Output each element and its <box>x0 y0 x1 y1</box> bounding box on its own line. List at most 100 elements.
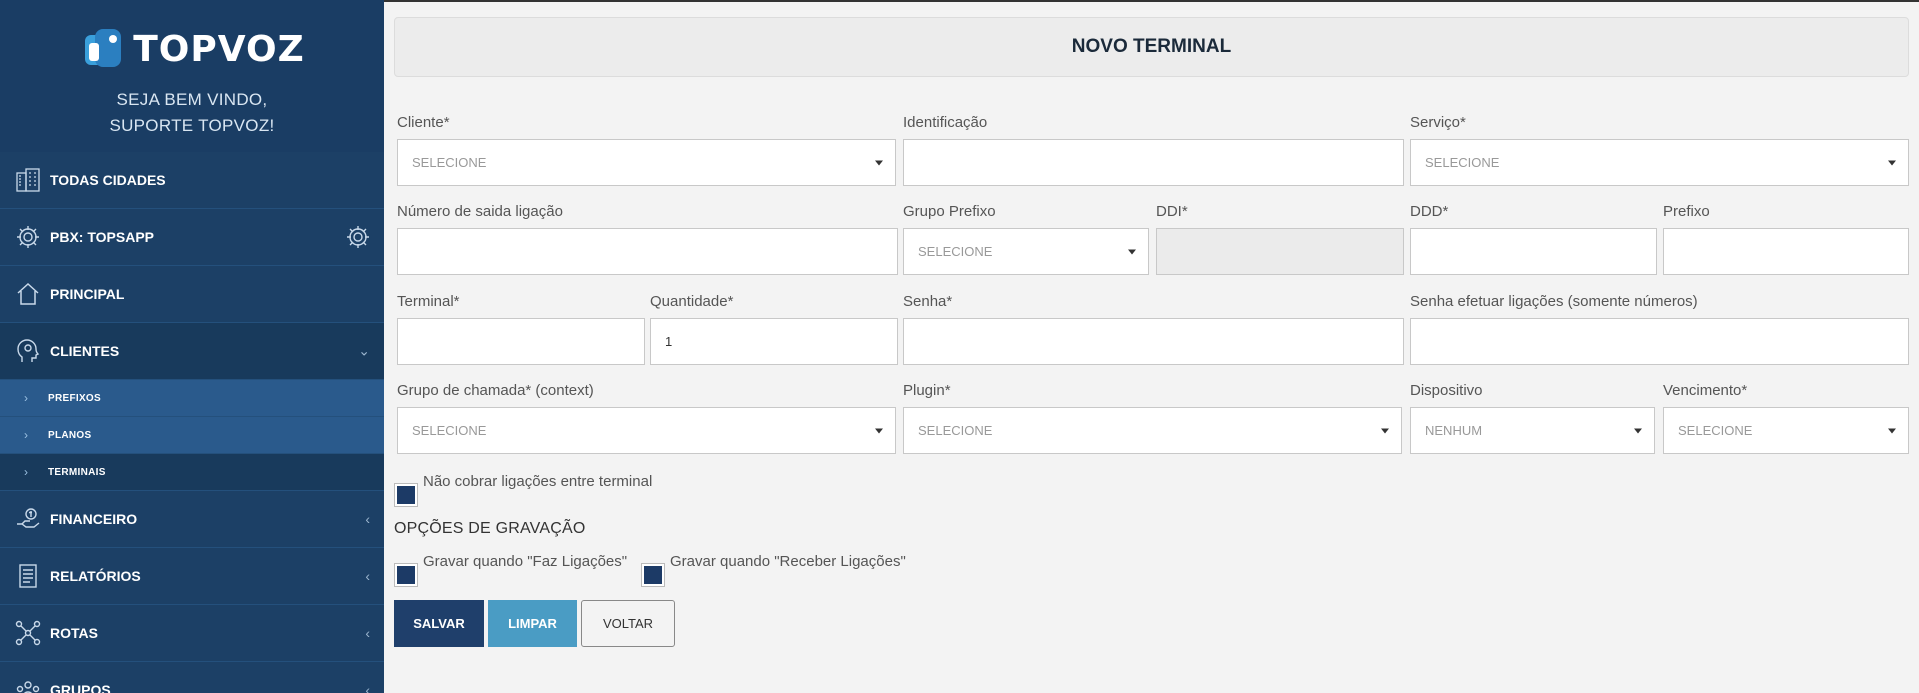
sidebar-item-principal[interactable]: PRINCIPAL <box>0 266 384 323</box>
senha-ligacoes-label: Senha efetuar ligações (somente números) <box>1410 293 1698 310</box>
ddd-input[interactable] <box>1410 228 1657 275</box>
numero-saida-label: Número de saida ligação <box>397 203 563 220</box>
chevron-right-icon: › <box>24 391 28 405</box>
caret-down-icon <box>1888 160 1896 165</box>
caret-down-icon <box>1381 428 1389 433</box>
sidebar-item-label: FINANCEIRO <box>50 511 138 527</box>
servico-select-value: SELECIONE <box>1425 155 1500 170</box>
grupo-prefixo-select-value: SELECIONE <box>918 244 993 259</box>
chevron-right-icon: › <box>24 428 28 442</box>
gravar-receber-checkbox[interactable] <box>641 563 665 587</box>
plugin-select[interactable]: SELECIONE <box>903 407 1402 454</box>
sidebar-item-label: ROTAS <box>50 625 98 641</box>
sidebar-item-clientes[interactable]: CLIENTES ⌄ <box>0 323 384 380</box>
plugin-select-value: SELECIONE <box>918 423 993 438</box>
cliente-select-value: SELECIONE <box>412 155 487 170</box>
gravar-receber-label: Gravar quando "Receber Ligações" <box>670 553 906 570</box>
welcome-line-2: SUPORTE TOPVOZ! <box>109 116 275 135</box>
chevron-left-icon: ‹ <box>365 625 370 641</box>
gear-icon <box>14 223 42 251</box>
sidebar-item-rotas[interactable]: ROTAS ‹ <box>0 605 384 662</box>
sidebar-subitem-planos[interactable]: › PLANOS <box>0 417 384 454</box>
nao-cobrar-checkbox[interactable] <box>394 483 418 507</box>
vencimento-select-value: SELECIONE <box>1678 423 1753 438</box>
numero-saida-input[interactable] <box>397 228 898 275</box>
caret-down-icon <box>875 428 883 433</box>
grupo-chamada-label: Grupo de chamada* (context) <box>397 382 594 399</box>
cliente-select[interactable]: SELECIONE <box>397 139 896 186</box>
caret-down-icon <box>1634 428 1642 433</box>
sidebar-subitem-label: TERMINAIS <box>48 466 106 478</box>
sidebar-item-pbx[interactable]: PBX: TOPSAPP <box>0 209 384 266</box>
caret-down-icon <box>1888 428 1896 433</box>
grupo-prefixo-label: Grupo Prefixo <box>903 203 996 220</box>
welcome-line-1: SEJA BEM VINDO, <box>116 90 268 109</box>
money-icon <box>14 505 42 533</box>
chevron-left-icon: ‹ <box>365 511 370 527</box>
dispositivo-label: Dispositivo <box>1410 382 1483 399</box>
logo[interactable]: TOPVOZ <box>0 0 384 73</box>
report-icon <box>14 562 42 590</box>
terminal-label: Terminal* <box>397 293 460 310</box>
prefixo-input[interactable] <box>1663 228 1909 275</box>
sidebar-subitem-terminais[interactable]: › TERMINAIS <box>0 454 384 491</box>
sidebar: TOPVOZ SEJA BEM VINDO, SUPORTE TOPVOZ! T… <box>0 0 384 693</box>
chevron-down-icon: ⌄ <box>358 342 370 359</box>
gravar-faz-checkbox[interactable] <box>394 563 418 587</box>
top-border <box>384 0 1919 2</box>
sidebar-item-grupos[interactable]: GRUPOS ‹ <box>0 662 384 693</box>
ddi-input <box>1156 228 1404 275</box>
ddd-label: DDD* <box>1410 203 1449 220</box>
quantidade-label: Quantidade* <box>650 293 734 310</box>
senha-label: Senha* <box>903 293 953 310</box>
dispositivo-select[interactable]: NENHUM <box>1410 407 1655 454</box>
quantidade-input[interactable]: 1 <box>650 318 898 365</box>
page-title: NOVO TERMINAL <box>1071 36 1232 57</box>
grupo-chamada-select[interactable]: SELECIONE <box>397 407 896 454</box>
pbx-settings-gear-icon[interactable] <box>344 223 372 251</box>
buildings-icon <box>14 166 42 194</box>
topvoz-logo-icon <box>85 29 122 67</box>
sidebar-subitem-label: PREFIXOS <box>48 392 101 404</box>
gravacao-section-title: OPÇÕES DE GRAVAÇÃO <box>394 520 586 537</box>
sidebar-subitem-prefixos[interactable]: › PREFIXOS <box>0 380 384 417</box>
senha-input[interactable] <box>903 318 1404 365</box>
network-icon <box>14 619 42 647</box>
servico-select[interactable]: SELECIONE <box>1410 139 1909 186</box>
caret-down-icon <box>1128 249 1136 254</box>
sidebar-item-label: RELATÓRIOS <box>50 568 141 584</box>
sidebar-subitem-label: PLANOS <box>48 429 92 441</box>
prefixo-label: Prefixo <box>1663 203 1710 220</box>
salvar-button[interactable]: SALVAR <box>394 600 484 647</box>
dispositivo-select-value: NENHUM <box>1425 423 1483 438</box>
sidebar-item-label: TODAS CIDADES <box>50 172 166 188</box>
sidebar-item-label: PBX: TOPSAPP <box>50 229 154 245</box>
vencimento-select[interactable]: SELECIONE <box>1663 407 1909 454</box>
grupo-prefixo-select[interactable]: SELECIONE <box>903 228 1149 275</box>
limpar-button[interactable]: LIMPAR <box>488 600 577 647</box>
chevron-left-icon: ‹ <box>365 568 370 584</box>
ddi-label: DDI* <box>1156 203 1188 220</box>
sidebar-item-todas-cidades[interactable]: TODAS CIDADES <box>0 152 384 209</box>
sidebar-item-label: CLIENTES <box>50 343 120 359</box>
user-head-icon <box>14 337 42 365</box>
senha-ligacoes-input[interactable] <box>1410 318 1909 365</box>
plugin-label: Plugin* <box>903 382 951 399</box>
terminal-input[interactable] <box>397 318 645 365</box>
sidebar-item-label: GRUPOS <box>50 682 111 693</box>
gravar-faz-label: Gravar quando "Faz Ligações" <box>423 553 628 570</box>
identificacao-input[interactable] <box>903 139 1404 186</box>
sidebar-item-financeiro[interactable]: FINANCEIRO ‹ <box>0 491 384 548</box>
chevron-left-icon: ‹ <box>365 682 370 693</box>
brand-name: TOPVOZ <box>133 28 305 70</box>
sidebar-item-relatorios[interactable]: RELATÓRIOS ‹ <box>0 548 384 605</box>
nao-cobrar-label: Não cobrar ligações entre terminal <box>423 473 653 490</box>
home-icon <box>14 280 42 308</box>
sidebar-item-label: PRINCIPAL <box>50 286 125 302</box>
vencimento-label: Vencimento* <box>1663 382 1748 399</box>
voltar-button[interactable]: VOLTAR <box>581 600 675 647</box>
group-icon <box>14 676 42 693</box>
page-header: NOVO TERMINAL <box>394 17 1909 77</box>
chevron-right-icon: › <box>24 465 28 479</box>
caret-down-icon <box>875 160 883 165</box>
